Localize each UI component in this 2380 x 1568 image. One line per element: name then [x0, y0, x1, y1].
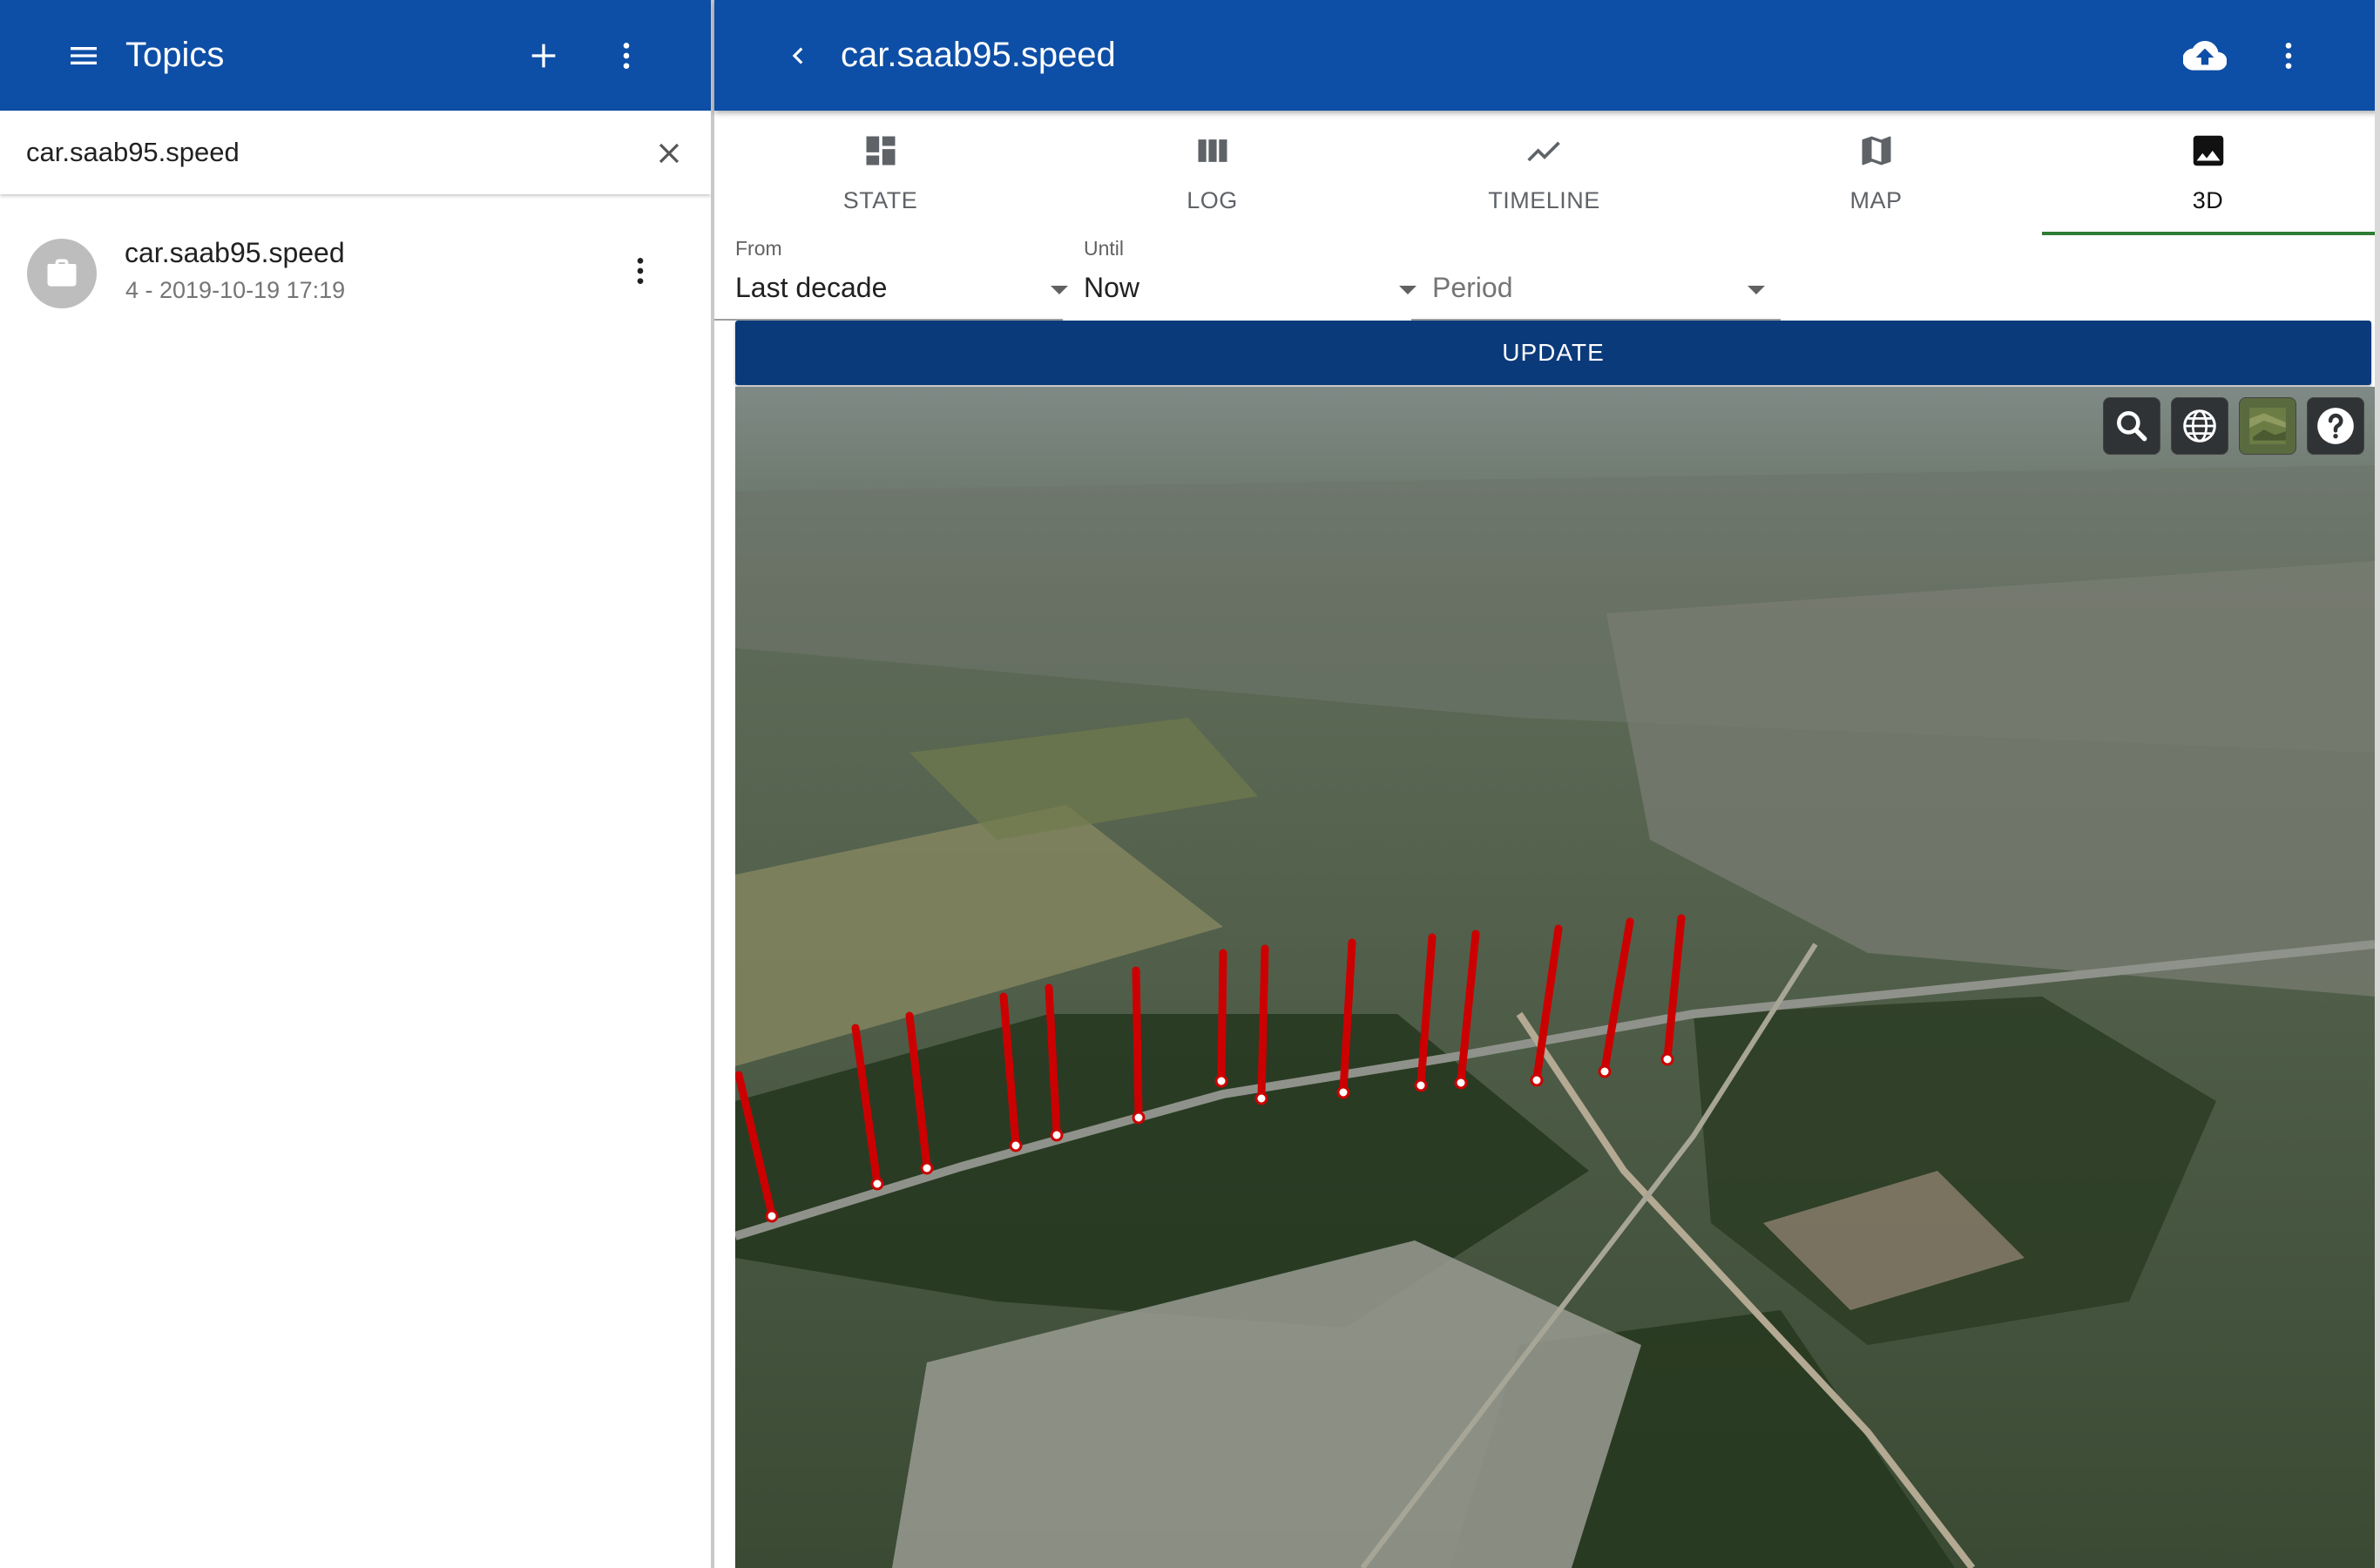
marker-point — [1336, 1085, 1350, 1099]
back-button[interactable] — [767, 25, 828, 86]
marker-point — [1454, 1076, 1468, 1090]
globe-icon — [2183, 409, 2216, 443]
until-label: Until — [1084, 237, 1125, 260]
image-icon — [2193, 135, 2223, 166]
tab-3d-label: 3D — [2192, 187, 2224, 213]
cloud-upload-icon — [2183, 41, 2227, 71]
close-icon — [659, 143, 680, 164]
time-filters: From Last decade Until Now Period — [714, 237, 2375, 321]
tab-map[interactable]: MAP — [1710, 111, 2042, 237]
timeline-icon — [1526, 141, 1560, 162]
plus-icon — [531, 44, 556, 68]
detail-title: car.saab95.speed — [841, 36, 1116, 74]
help-icon — [2317, 408, 2354, 444]
tab-log-label: LOG — [1187, 187, 1238, 213]
topics-more-button[interactable] — [596, 25, 657, 86]
topics-app-bar: Topics — [0, 0, 711, 111]
search-icon — [2117, 411, 2147, 442]
avatar — [27, 239, 97, 308]
speed-marker — [1257, 944, 1269, 1101]
topics-title: Topics — [125, 36, 225, 74]
topic-list-item[interactable]: car.saab95.speed 4 - 2019-10-19 17:19 — [0, 220, 711, 324]
tab-log[interactable]: LOG — [1046, 111, 1378, 237]
from-label: From — [735, 237, 782, 260]
tab-map-label: MAP — [1849, 187, 1903, 213]
more-vert-icon — [637, 258, 644, 284]
topic-search-input[interactable] — [26, 130, 627, 175]
geocoder-search-button[interactable] — [2103, 397, 2160, 455]
imagery-layer-icon — [2249, 408, 2286, 444]
marker-point — [1009, 1139, 1023, 1152]
speed-marker — [1132, 966, 1143, 1121]
period-placeholder: Period — [1432, 272, 1513, 303]
until-value: Now — [1084, 272, 1140, 303]
detail-app-bar: car.saab95.speed — [714, 0, 2380, 111]
window-edge — [2375, 0, 2380, 1568]
topic-item-more-button[interactable] — [610, 240, 671, 301]
viewer-toolbar — [2103, 397, 2364, 455]
marker-point — [1530, 1073, 1544, 1087]
tab-3d[interactable]: 3D — [2042, 111, 2374, 237]
marker-point — [1660, 1052, 1674, 1066]
marker-point — [1132, 1111, 1146, 1125]
active-tab-indicator — [2042, 232, 2375, 235]
marker-point — [870, 1177, 884, 1191]
topic-detail-panel: car.saab95.speed STATE LOG TIMELINE MAP … — [714, 0, 2380, 1568]
marker-point — [1414, 1078, 1428, 1092]
dashboard-icon — [866, 136, 895, 166]
clear-search-button[interactable] — [639, 123, 700, 184]
navigation-help-button[interactable] — [2307, 397, 2364, 455]
view-tabs: STATE LOG TIMELINE MAP 3D — [714, 111, 2375, 237]
topic-name: car.saab95.speed — [125, 237, 345, 268]
more-vert-icon — [2285, 43, 2292, 69]
marker-point — [1598, 1064, 1612, 1078]
upload-button[interactable] — [2174, 25, 2235, 86]
view-column-icon — [1198, 139, 1227, 162]
tab-timeline-label: TIMELINE — [1488, 187, 1600, 213]
menu-button[interactable] — [53, 25, 114, 86]
from-value: Last decade — [735, 272, 888, 303]
update-button[interactable]: UPDATE — [735, 321, 2371, 385]
caret-down-icon — [1748, 286, 1765, 294]
speed-marker — [1217, 949, 1227, 1084]
marker-point — [765, 1209, 779, 1223]
marker-point — [1254, 1092, 1268, 1105]
marker-point — [1214, 1074, 1228, 1088]
add-topic-button[interactable] — [513, 25, 574, 86]
marker-point — [1050, 1128, 1064, 1142]
menu-icon — [71, 47, 97, 64]
chevron-left-icon — [792, 47, 803, 64]
from-select[interactable]: From Last decade — [714, 237, 1068, 321]
tab-state[interactable]: STATE — [714, 111, 1046, 237]
more-vert-icon — [623, 43, 630, 69]
topics-panel: Topics car.saab95.speed 4 - 2019-10-19 1… — [0, 0, 711, 1568]
map-icon — [1861, 136, 1891, 166]
3d-viewer[interactable] — [735, 387, 2375, 1568]
scene-mode-button[interactable] — [2171, 397, 2228, 455]
topic-meta: 4 - 2019-10-19 17:19 — [125, 277, 346, 303]
marker-point — [920, 1161, 934, 1175]
tab-state-label: STATE — [842, 187, 918, 213]
topic-search-bar — [0, 111, 711, 194]
period-select[interactable]: Period — [1411, 237, 1781, 321]
briefcase-icon — [47, 259, 77, 287]
tab-timeline[interactable]: TIMELINE — [1378, 111, 1710, 237]
until-select[interactable]: Until Now — [1063, 237, 1417, 319]
terrain-scene[interactable] — [735, 387, 2375, 1568]
base-layer-picker-button[interactable] — [2239, 397, 2296, 455]
detail-more-button[interactable] — [2258, 25, 2319, 86]
